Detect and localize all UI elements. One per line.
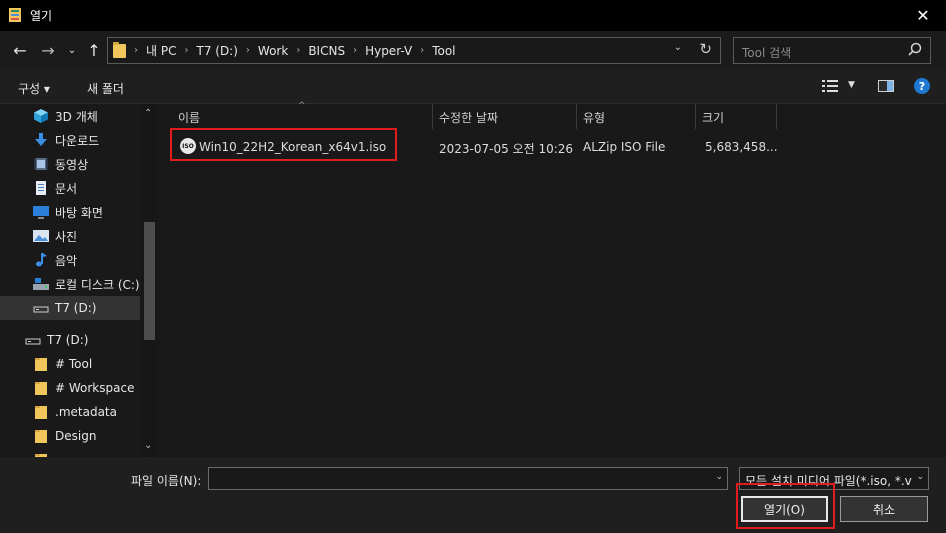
sidebar-item-3d-objects[interactable]: 3D 개체	[0, 104, 140, 128]
column-header-type[interactable]: 유형	[577, 104, 696, 129]
app-icon	[9, 8, 21, 22]
sidebar-item-music[interactable]: 음악	[0, 248, 140, 272]
folder-icon	[35, 430, 47, 443]
scroll-up-icon[interactable]: ⌃	[144, 108, 152, 119]
view-options-icon[interactable]	[822, 80, 838, 92]
chevron-down-icon[interactable]: ⌄	[715, 472, 723, 482]
close-icon: ✕	[916, 6, 930, 25]
close-button[interactable]: ✕	[900, 0, 946, 31]
file-modified: 2023-07-05 오전 10:26	[439, 142, 574, 156]
chevron-down-icon: ⌄	[913, 472, 924, 482]
organize-button[interactable]: 구성 ▾	[18, 80, 50, 97]
drive-icon	[25, 338, 41, 345]
arrow-up-icon: ↑	[87, 40, 101, 60]
navigation-pane[interactable]: 3D 개체 다운로드 동영상 문서 바탕 화면 사진 음악 로컬 디스크 (C:…	[0, 104, 159, 457]
recent-locations-button[interactable]: ⌄	[64, 39, 80, 61]
file-type: ALZip ISO File	[583, 140, 666, 154]
drive-icon	[33, 306, 49, 313]
sidebar-item-local-disk-c[interactable]: 로컬 디스크 (C:)	[0, 272, 140, 296]
scroll-down-icon[interactable]: ⌄	[144, 440, 152, 451]
folder-icon	[113, 41, 126, 58]
folder-icon	[35, 406, 47, 419]
window-title: 열기	[30, 9, 53, 23]
search-icon	[908, 42, 922, 56]
filename-label: 파일 이름(N):	[131, 474, 202, 488]
highlight-box-file	[170, 128, 397, 161]
file-size: 5,683,458...	[705, 140, 778, 154]
title-bar: 열기 ✕	[0, 0, 946, 31]
folder-icon	[35, 382, 47, 395]
column-header-name[interactable]: 이름	[172, 104, 433, 129]
forward-button[interactable]: →	[38, 39, 58, 61]
address-bar[interactable]: › 내 PC › T7 (D:) › Work › BICNS › Hyper-V › To…	[107, 37, 721, 64]
search-box[interactable]: Tool 검색	[733, 37, 931, 64]
up-button[interactable]: ↑	[84, 39, 104, 61]
video-icon	[34, 158, 48, 170]
chevron-right-icon: ›	[184, 45, 189, 56]
help-icon[interactable]: ?	[914, 78, 930, 94]
breadcrumb-item[interactable]: › Tool	[420, 44, 455, 58]
file-list[interactable]: ^ 이름 수정한 날짜 유형 크기 ISO Win10_22H2_Korean_…	[160, 101, 946, 457]
refresh-icon[interactable]: ↻	[699, 40, 712, 58]
navigation-bar: ← → ⌄ ↑ › 내 PC › T7 (D:) › Work › BICNS › Hyp…	[0, 31, 946, 69]
chevron-right-icon: ›	[296, 45, 301, 56]
sidebar-item-folder-design[interactable]: Design	[0, 424, 140, 448]
picture-icon	[33, 230, 49, 242]
breadcrumb-item[interactable]: › Hyper-V	[353, 44, 412, 58]
sidebar-item-folder-metadata[interactable]: .metadata	[0, 400, 140, 424]
sidebar-item-folder-tool[interactable]: # Tool	[0, 352, 140, 376]
sidebar-item-t7-drive-root[interactable]: T7 (D:)	[0, 328, 140, 352]
preview-pane-icon[interactable]	[878, 80, 894, 92]
music-icon	[36, 253, 47, 267]
column-header-modified[interactable]: 수정한 날짜	[433, 104, 577, 129]
cancel-button[interactable]: 취소	[840, 496, 928, 522]
desktop-icon	[33, 206, 49, 219]
breadcrumb-item[interactable]: › BICNS	[296, 44, 345, 58]
sidebar-item-t7-drive[interactable]: T7 (D:)	[0, 296, 140, 320]
sidebar-item-documents[interactable]: 문서	[0, 176, 140, 200]
chevron-right-icon: ›	[134, 45, 138, 56]
local-disk-icon	[33, 278, 49, 290]
sidebar-item-folder-partial[interactable]	[0, 448, 140, 457]
sidebar-item-desktop[interactable]: 바탕 화면	[0, 200, 140, 224]
sidebar-item-pictures[interactable]: 사진	[0, 224, 140, 248]
back-button[interactable]: ←	[10, 39, 30, 61]
folder-icon	[35, 358, 47, 371]
chevron-right-icon: ›	[245, 45, 250, 56]
search-placeholder: Tool 검색	[742, 46, 792, 60]
chevron-right-icon: ›	[353, 45, 358, 56]
cube-3d-icon	[34, 109, 48, 123]
sidebar-item-downloads[interactable]: 다운로드	[0, 128, 140, 152]
breadcrumb-item[interactable]: › 내 PC	[134, 42, 176, 59]
sidebar-item-folder-workspace[interactable]: # Workspace	[0, 376, 140, 400]
column-header-size[interactable]: 크기	[696, 104, 777, 129]
breadcrumb-item[interactable]: › T7 (D:)	[184, 44, 237, 58]
document-icon	[36, 181, 46, 195]
sidebar-scroll-thumb[interactable]	[144, 222, 155, 340]
breadcrumb-item[interactable]: › Work	[246, 44, 288, 58]
arrow-right-icon: →	[41, 40, 55, 60]
address-dropdown-icon[interactable]: ⌄	[674, 42, 682, 53]
chevron-down-icon: ⌄	[67, 44, 77, 56]
highlight-box-open	[736, 483, 835, 529]
bottom-panel: 파일 이름(N): ⌄ 모든 설치 미디어 파일(*.iso, *.v ⌄ 열기…	[0, 457, 946, 533]
arrow-left-icon: ←	[13, 40, 27, 60]
download-icon	[35, 133, 47, 146]
chevron-right-icon: ›	[420, 45, 425, 56]
filename-input[interactable]: ⌄	[208, 467, 728, 490]
view-dropdown-icon[interactable]: ▼	[848, 80, 855, 90]
new-folder-button[interactable]: 새 폴더	[87, 80, 124, 97]
command-toolbar: 구성 ▾ 새 폴더 ▼ ?	[0, 69, 946, 104]
sidebar-item-videos[interactable]: 동영상	[0, 152, 140, 176]
